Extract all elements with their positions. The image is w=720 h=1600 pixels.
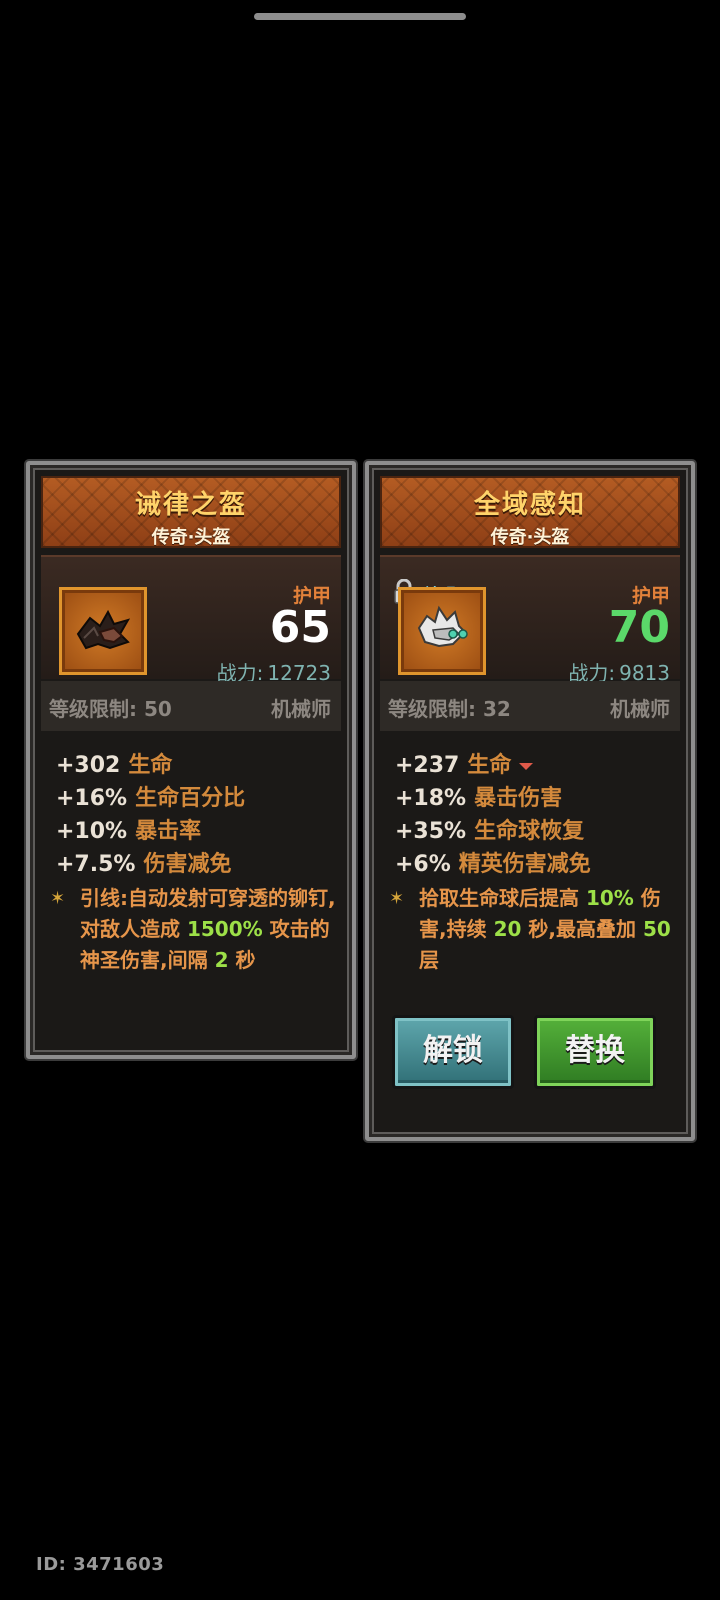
stat-line: +237 生命: [395, 747, 591, 780]
passive-text: 引线:自动发射可穿透的铆钉,对敌人造成 1500% 攻击的神圣伤害,间隔 2 秒: [50, 883, 340, 976]
level-requirement: 等级限制: 50: [49, 697, 172, 721]
item-type: 传奇·头盔: [151, 527, 231, 548]
item-title-banner: 全域感知 传奇·头盔: [380, 476, 680, 548]
passive-text: 拾取生命球后提高 10% 伤害,持续 20 秒,最高叠加 50 层: [389, 883, 679, 976]
passive-description: ✶ 引线:自动发射可穿透的铆钉,对敌人造成 1500% 攻击的神圣伤害,间隔 2…: [50, 883, 340, 976]
stat-value: +16%: [56, 786, 128, 811]
class-requirement: 机械师: [610, 697, 670, 721]
stat-line: +6% 精英伤害减免: [395, 846, 591, 879]
helmet-icon: [417, 605, 468, 648]
passive-text-part: 拾取生命球后提高: [419, 886, 586, 910]
stat-value: +7.5%: [56, 852, 136, 877]
item-icon-frame[interactable]: [398, 587, 486, 675]
passive-highlight: 20: [493, 917, 522, 941]
passive-highlight: 1500%: [186, 917, 263, 941]
stat-name: 伤害减免: [143, 852, 232, 877]
stat-value: +6%: [395, 852, 451, 877]
armor-value: 65: [269, 602, 331, 653]
item-type: 传奇·头盔: [490, 527, 570, 548]
passive-highlight: 50: [642, 917, 671, 941]
star-icon: ✶: [50, 888, 66, 909]
replace-button[interactable]: 替换: [534, 1015, 656, 1089]
stat-value: +18%: [395, 786, 467, 811]
item-main-stat-panel: 护甲 65 战力: 12723: [41, 555, 341, 685]
armor-value: 70: [608, 602, 670, 653]
passive-text-part: 层: [419, 948, 439, 972]
passive-highlight: 10%: [585, 886, 634, 910]
item-icon-frame[interactable]: [59, 587, 147, 675]
equipped-item-card: 诫律之盔 传奇·头盔 护甲 65 战力: 12723 等级限制: 50 机械师 +…: [26, 461, 356, 1059]
level-requirement: 等级限制: 32: [388, 697, 511, 721]
stat-value: +10%: [56, 819, 128, 844]
class-requirement: 机械师: [271, 697, 331, 721]
new-item-card: 全域感知 传奇·头盔 神赐 护甲 70 战力:9813 等级限制: 32 机械师…: [365, 461, 695, 1141]
star-icon: ✶: [389, 888, 405, 909]
stat-list: +302 生命 +16% 生命百分比 +10% 暴击率 +7.5% 伤害减免: [56, 747, 245, 879]
helmet-icon: [76, 609, 131, 650]
stat-line: +7.5% 伤害减免: [56, 846, 245, 879]
requirement-row: 等级限制: 50 机械师: [41, 681, 341, 731]
passive-text-part: 秒,最高叠加: [521, 917, 643, 941]
stat-line: +16% 生命百分比: [56, 780, 245, 813]
stat-line: +35% 生命球恢复: [395, 813, 591, 846]
stat-name: 生命: [128, 753, 173, 778]
stat-name: 精英伤害减免: [458, 852, 591, 877]
stat-value: +237: [395, 753, 460, 778]
stat-list: +237 生命 +18% 暴击伤害 +35% 生命球恢复 +6% 精英伤害减免: [395, 747, 591, 879]
decrease-arrow-icon: [519, 762, 534, 770]
requirement-row: 等级限制: 32 机械师: [380, 681, 680, 731]
stat-name: 生命: [467, 753, 512, 778]
stat-line: +302 生命: [56, 747, 245, 780]
passive-text-part: 秒: [228, 948, 256, 972]
item-title-banner: 诫律之盔 传奇·头盔: [41, 476, 341, 548]
stat-line: +18% 暴击伤害: [395, 780, 591, 813]
stat-name: 生命百分比: [135, 786, 246, 811]
passive-description: ✶ 拾取生命球后提高 10% 伤害,持续 20 秒,最高叠加 50 层: [389, 883, 679, 976]
player-id: ID: 3471603: [36, 1554, 165, 1575]
item-name: 全域感知: [473, 490, 586, 520]
stat-line: +10% 暴击率: [56, 813, 245, 846]
unlock-button[interactable]: 解锁: [392, 1015, 514, 1089]
home-indicator: [254, 13, 466, 20]
item-main-stat-panel: 神赐 护甲 70 战力:9813: [380, 555, 680, 685]
stat-name: 暴击率: [135, 819, 202, 844]
stat-name: 生命球恢复: [474, 819, 585, 844]
passive-highlight: 2: [214, 948, 229, 972]
stat-value: +35%: [395, 819, 467, 844]
item-name: 诫律之盔: [134, 490, 247, 520]
stat-value: +302: [56, 753, 121, 778]
stat-name: 暴击伤害: [474, 786, 563, 811]
